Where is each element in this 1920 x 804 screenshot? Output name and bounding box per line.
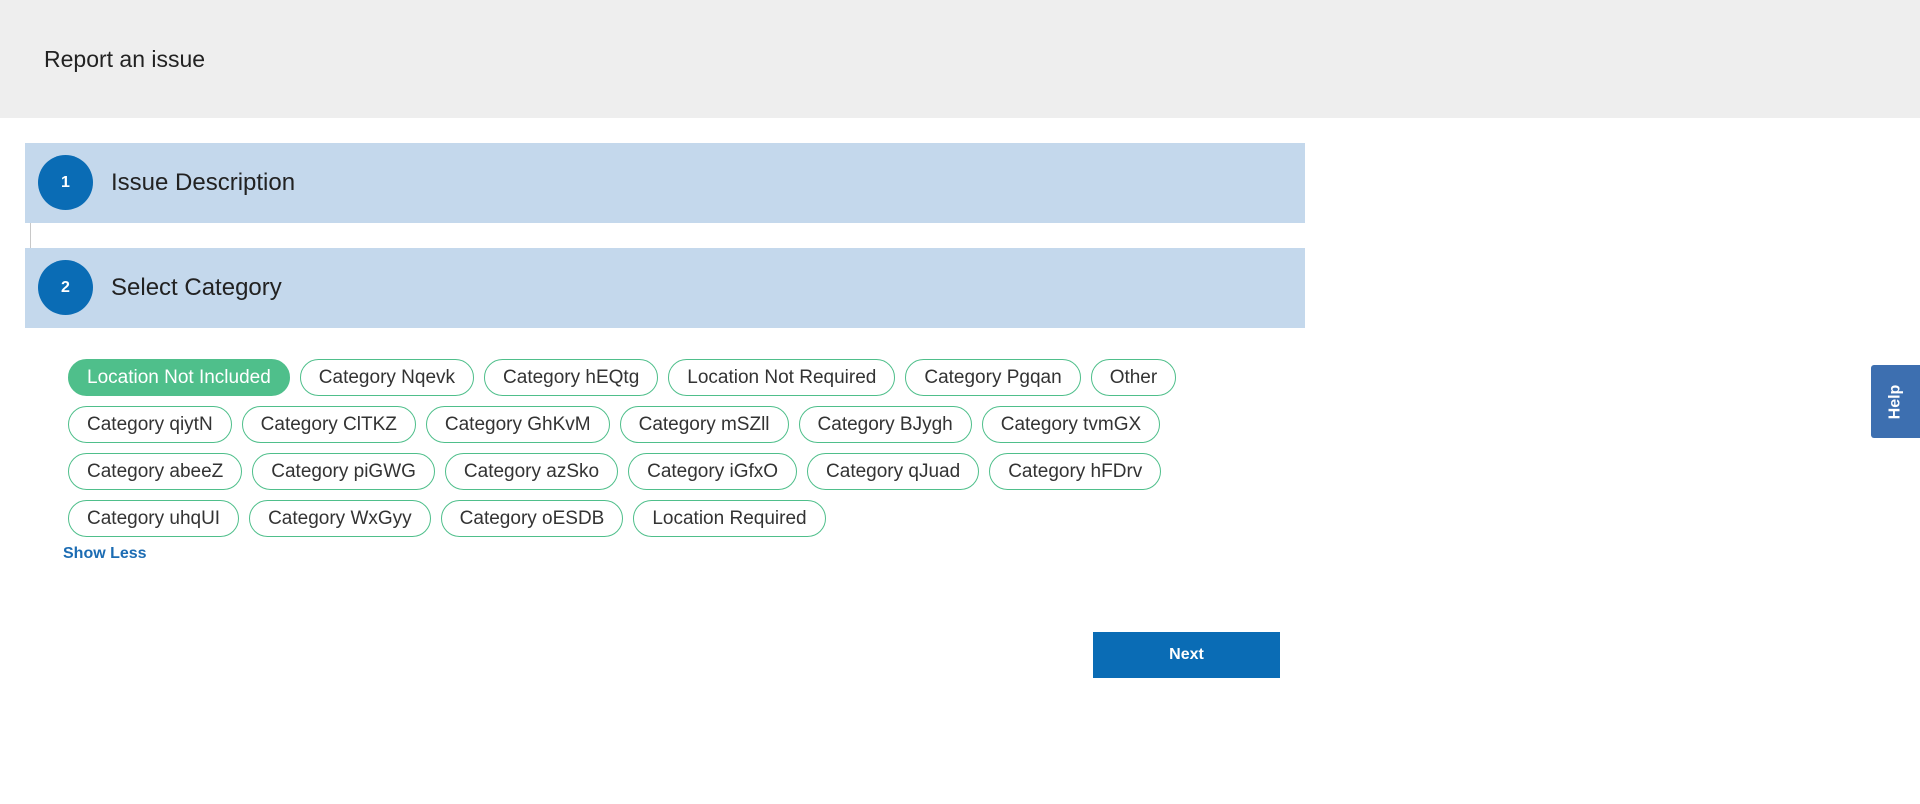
category-chip[interactable]: Category Nqevk (299, 359, 475, 396)
category-chip[interactable]: Other (1090, 359, 1177, 396)
category-chip[interactable]: Category mSZll (619, 406, 789, 443)
category-chip[interactable]: Category oESDB (440, 500, 624, 537)
category-chip[interactable]: Category iGfxO (628, 453, 798, 490)
category-chip[interactable]: Location Required (633, 500, 826, 537)
step-issue-description[interactable]: 1 Issue Description (25, 143, 1305, 223)
category-chip[interactable]: Category GhKvM (425, 406, 610, 443)
category-chip[interactable]: Category ClTKZ (241, 406, 416, 443)
category-chip[interactable]: Category abeeZ (68, 453, 243, 490)
category-chip[interactable]: Category uhqUI (68, 500, 240, 537)
help-tab[interactable]: Help (1871, 365, 1920, 438)
step-title: Select Category (111, 274, 282, 301)
category-chip[interactable]: Category tvmGX (981, 406, 1161, 443)
step-connector-line (30, 223, 31, 248)
category-chip-list: Location Not Included Category Nqevk Categ… (68, 359, 1228, 537)
step-title: Issue Description (111, 169, 296, 196)
category-chip[interactable]: Category BJygh (798, 406, 972, 443)
category-chip[interactable]: Category Pgqan (905, 359, 1081, 396)
step-number-badge: 2 (38, 260, 93, 315)
page-title: Report an issue (44, 46, 206, 72)
help-label: Help (1886, 384, 1904, 419)
category-chip[interactable]: Location Not Required (668, 359, 896, 396)
category-chip[interactable]: Category azSko (444, 453, 619, 490)
step-select-category[interactable]: 2 Select Category (25, 248, 1305, 328)
step-number-badge: 1 (38, 155, 93, 210)
report-issue-page: Report an issue 1 Issue Description 2 Se… (0, 0, 1920, 804)
category-chip[interactable]: Category WxGyy (249, 500, 431, 537)
category-chip[interactable]: Category hFDrv (989, 453, 1162, 490)
top-header: Report an issue (0, 0, 1920, 118)
category-chip[interactable]: Category hEQtg (484, 359, 659, 396)
next-button[interactable]: Next (1093, 632, 1280, 678)
show-less-link[interactable]: Show Less (63, 545, 147, 563)
category-chip[interactable]: Category qiytN (68, 406, 232, 443)
category-chip[interactable]: Location Not Included (68, 359, 290, 396)
category-chip[interactable]: Category qJuad (807, 453, 980, 490)
category-chip[interactable]: Category piGWG (252, 453, 435, 490)
